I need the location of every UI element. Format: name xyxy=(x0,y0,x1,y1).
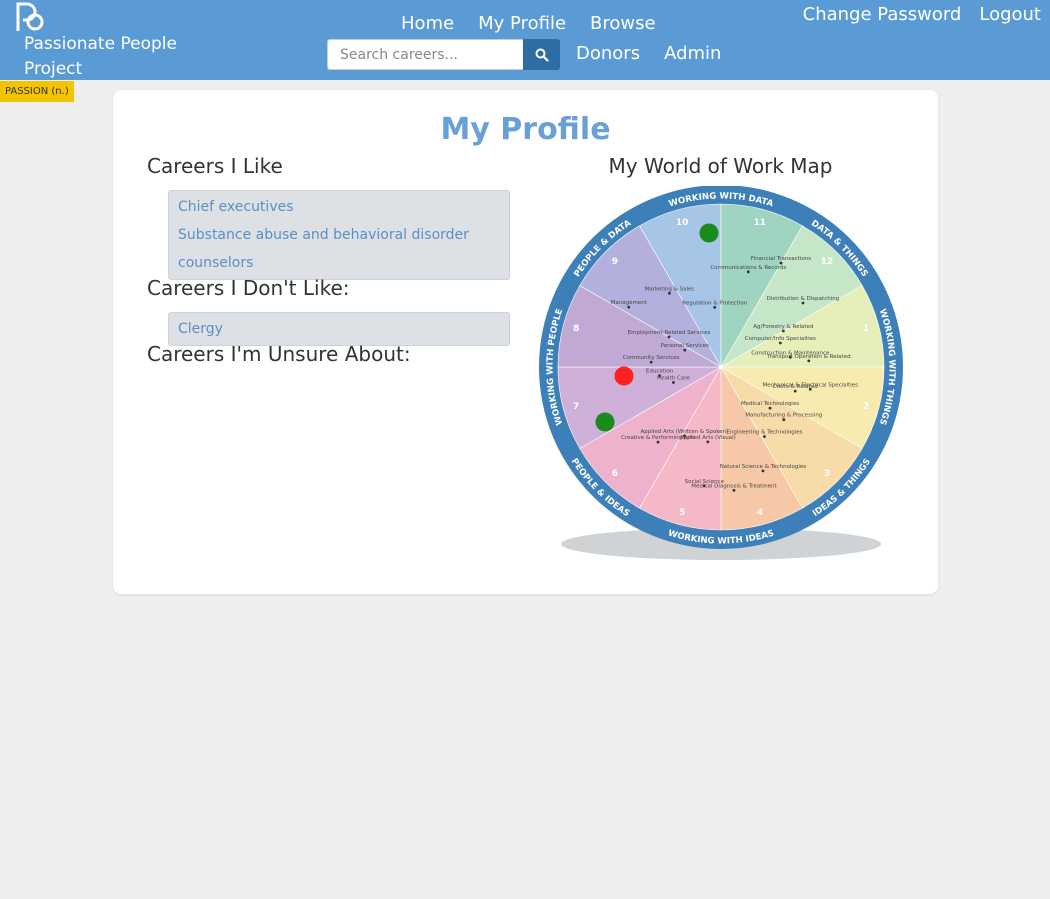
liked-marker-2[interactable] xyxy=(595,412,615,432)
career-label: Communications & Records xyxy=(710,265,786,271)
wheel-region-number: 10 xyxy=(676,218,689,228)
wheel-region-number: 5 xyxy=(679,508,685,518)
search-icon xyxy=(535,48,549,62)
career-label: Marketing & Sales xyxy=(644,286,694,292)
career-dot xyxy=(713,305,717,309)
main-nav: Home My Profile Browse xyxy=(401,12,656,36)
career-label: Community Services xyxy=(623,355,680,361)
career-dot xyxy=(706,440,710,444)
career-label: Natural Science & Technologies xyxy=(720,464,807,470)
disliked-marker[interactable] xyxy=(614,366,634,386)
logout-link[interactable]: Logout xyxy=(979,3,1041,27)
career-dot xyxy=(667,335,671,339)
logo-icon[interactable] xyxy=(14,1,48,33)
career-dot xyxy=(667,291,671,295)
unsure-heading: Careers I'm Unsure About: xyxy=(147,342,411,366)
wheel-region-number: 6 xyxy=(612,469,618,479)
account-nav: Change Password Logout xyxy=(803,3,1041,27)
liked-career-link[interactable]: Substance abuse and behavioral disorder … xyxy=(178,221,500,277)
brand-name[interactable]: Passionate People Project xyxy=(24,32,224,82)
wheel-region-number: 3 xyxy=(824,469,830,479)
career-dot xyxy=(781,329,785,333)
career-label: Manufacturing & Processing xyxy=(745,413,822,419)
career-label: Personal Services xyxy=(661,343,709,349)
wheel-region-number: 11 xyxy=(754,218,767,228)
career-label: Employment-Related Services xyxy=(628,330,711,336)
wheel-region-number: 2 xyxy=(863,402,869,412)
career-label: Distribution & Dispatching xyxy=(767,296,840,302)
career-dot xyxy=(683,348,687,352)
career-dot xyxy=(672,381,675,384)
search-button[interactable] xyxy=(523,39,560,70)
wheel-region-number: 8 xyxy=(573,324,579,334)
career-dot xyxy=(807,359,811,363)
liked-marker-1[interactable] xyxy=(699,223,719,243)
nav-browse-link[interactable]: Browse xyxy=(590,12,656,36)
wheel-region-number: 4 xyxy=(757,508,763,518)
career-label: Applied Arts (Visual) xyxy=(680,435,736,441)
nav-home-link[interactable]: Home xyxy=(401,12,454,36)
career-label: Financial Transactions xyxy=(751,256,811,262)
career-label: Construction & Maintenance xyxy=(751,350,830,356)
disliked-list: Clergy xyxy=(168,312,510,346)
career-dot xyxy=(793,389,797,393)
career-label: Engineering & Technologies xyxy=(726,430,802,436)
career-label: Medical Diagnosis & Treatment xyxy=(691,483,777,489)
world-of-work-map: WORKING WITH DATADATA & THINGSWORKING WI… xyxy=(539,186,903,560)
career-dot xyxy=(788,355,792,359)
secondary-nav: Donors Admin xyxy=(576,42,721,66)
liked-career-link[interactable]: Chief executives xyxy=(178,193,500,221)
career-label: Ag/Forestry & Related xyxy=(753,324,813,330)
career-label: Medical Technologies xyxy=(741,401,799,407)
career-dot xyxy=(761,469,765,473)
disliked-career-link[interactable]: Clergy xyxy=(178,315,500,343)
career-label: Crafts & Related xyxy=(773,384,818,390)
liked-list: Chief executives Substance abuse and beh… xyxy=(168,190,510,280)
search-input[interactable] xyxy=(327,39,523,70)
career-dot xyxy=(778,341,782,345)
change-password-link[interactable]: Change Password xyxy=(803,3,962,27)
wheel-region-number: 7 xyxy=(573,402,579,412)
nav-donors-link[interactable]: Donors xyxy=(576,42,640,66)
wheel-region-number: 12 xyxy=(821,257,834,267)
map-title: My World of Work Map xyxy=(608,154,833,178)
nav-admin-link[interactable]: Admin xyxy=(664,42,721,66)
career-dot xyxy=(768,406,772,410)
wheel-region-number: 9 xyxy=(612,257,618,267)
page-title: My Profile xyxy=(440,112,611,147)
disliked-heading: Careers I Don't Like: xyxy=(147,276,350,300)
nav-my-profile-link[interactable]: My Profile xyxy=(478,12,566,36)
career-label: Health Care xyxy=(657,375,690,381)
navbar: Passionate People Project Home My Profil… xyxy=(0,0,1050,80)
career-dot xyxy=(732,488,736,492)
wheel-center xyxy=(719,365,723,369)
career-label: Management xyxy=(611,300,648,306)
career-label: Education xyxy=(646,369,674,375)
career-dot xyxy=(627,305,631,309)
passion-badge: PASSION (n.) xyxy=(0,81,74,102)
career-dot xyxy=(782,418,786,422)
career-label: Computer/Info Specialties xyxy=(745,336,816,342)
career-dot xyxy=(746,270,750,274)
career-label: Regulation & Protection xyxy=(682,300,747,306)
career-dot xyxy=(763,435,766,438)
career-dot xyxy=(656,440,660,444)
liked-heading: Careers I Like xyxy=(147,154,283,178)
profile-card: My Profile Careers I Like Chief executiv… xyxy=(113,90,938,594)
career-dot xyxy=(649,360,653,364)
career-dot xyxy=(801,301,805,305)
wheel-region-number: 1 xyxy=(863,324,869,334)
